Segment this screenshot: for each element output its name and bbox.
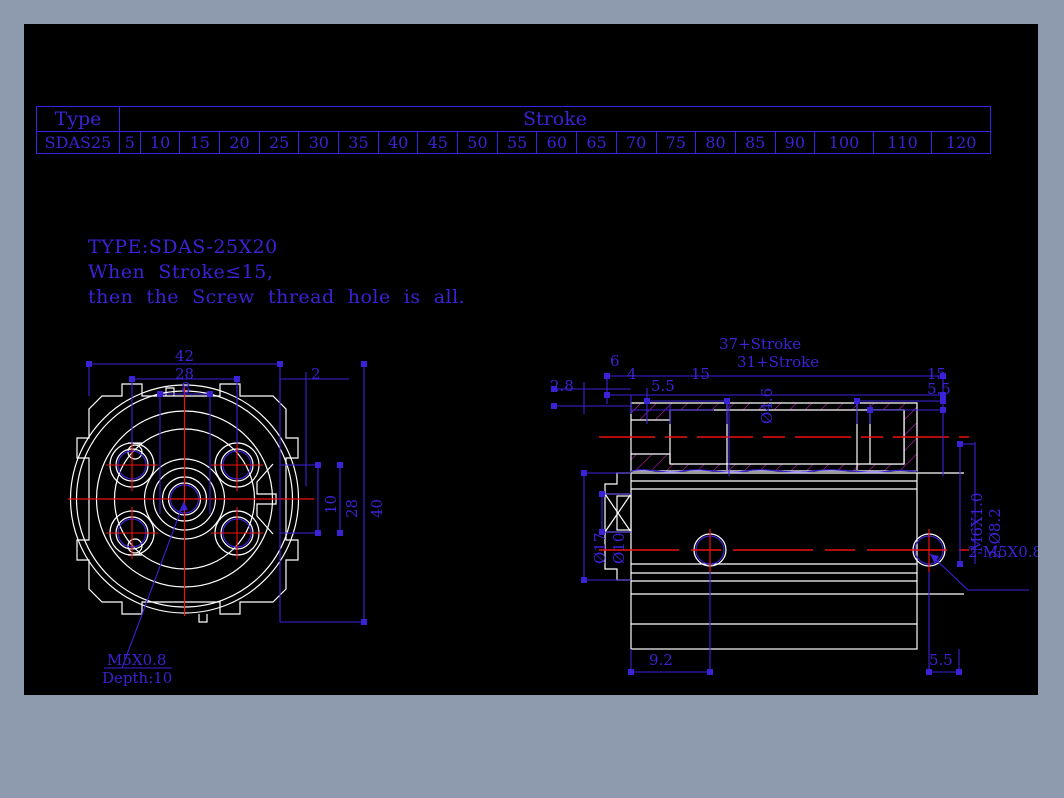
section-thread-arrow	[930, 554, 939, 564]
front-thread-arrow	[179, 502, 188, 511]
front-dim-8: 8	[181, 379, 191, 397]
front-view	[68, 361, 367, 669]
section-dim-4: 4	[627, 365, 637, 383]
section-dim-phi-17: Ø17	[591, 532, 609, 564]
front-callout-depth: Depth:10	[102, 669, 173, 687]
section-dim-6: 6	[610, 352, 620, 370]
section-view	[551, 373, 1029, 675]
front-dimension-ticks	[86, 361, 367, 625]
front-dim-10: 10	[322, 494, 340, 514]
section-dim-phi-10: Ø10	[610, 532, 628, 564]
section-dim-15-left: 15	[691, 365, 711, 383]
front-dimension-lines	[88, 363, 365, 623]
front-dim-40: 40	[368, 498, 386, 518]
section-dim-5-5-left: 5.5	[651, 377, 675, 395]
section-barrel-block	[630, 472, 918, 650]
front-callout-thread: M5X0.8	[107, 651, 167, 669]
front-dim-2: 2	[311, 365, 321, 383]
front-dim-42: 42	[175, 347, 195, 365]
section-callout-2-m5: 2-M5X0.8	[968, 543, 1038, 561]
section-dim-9-2: 9.2	[649, 651, 673, 669]
front-pin-hole-top	[127, 444, 143, 460]
drawing-canvas: Type Stroke SDAS25 5 10 15 20 25 30 35 4…	[24, 24, 1038, 695]
section-dim-2-8: 2.8	[550, 377, 574, 395]
front-dim-28-right: 28	[343, 498, 361, 518]
section-dim-15-right: 15	[927, 365, 947, 383]
section-dim-phi-4-6: Ø4.6	[758, 387, 776, 424]
section-dim-37-stroke: 37+Stroke	[719, 335, 802, 353]
front-pin-hole-bottom	[127, 538, 143, 554]
section-dim-5-5-bottom: 5.5	[929, 651, 953, 669]
section-dim-5-5-right: 5.5	[927, 380, 951, 398]
section-dim-31-stroke: 31+Stroke	[737, 353, 820, 371]
front-notch-bottom	[198, 614, 208, 623]
